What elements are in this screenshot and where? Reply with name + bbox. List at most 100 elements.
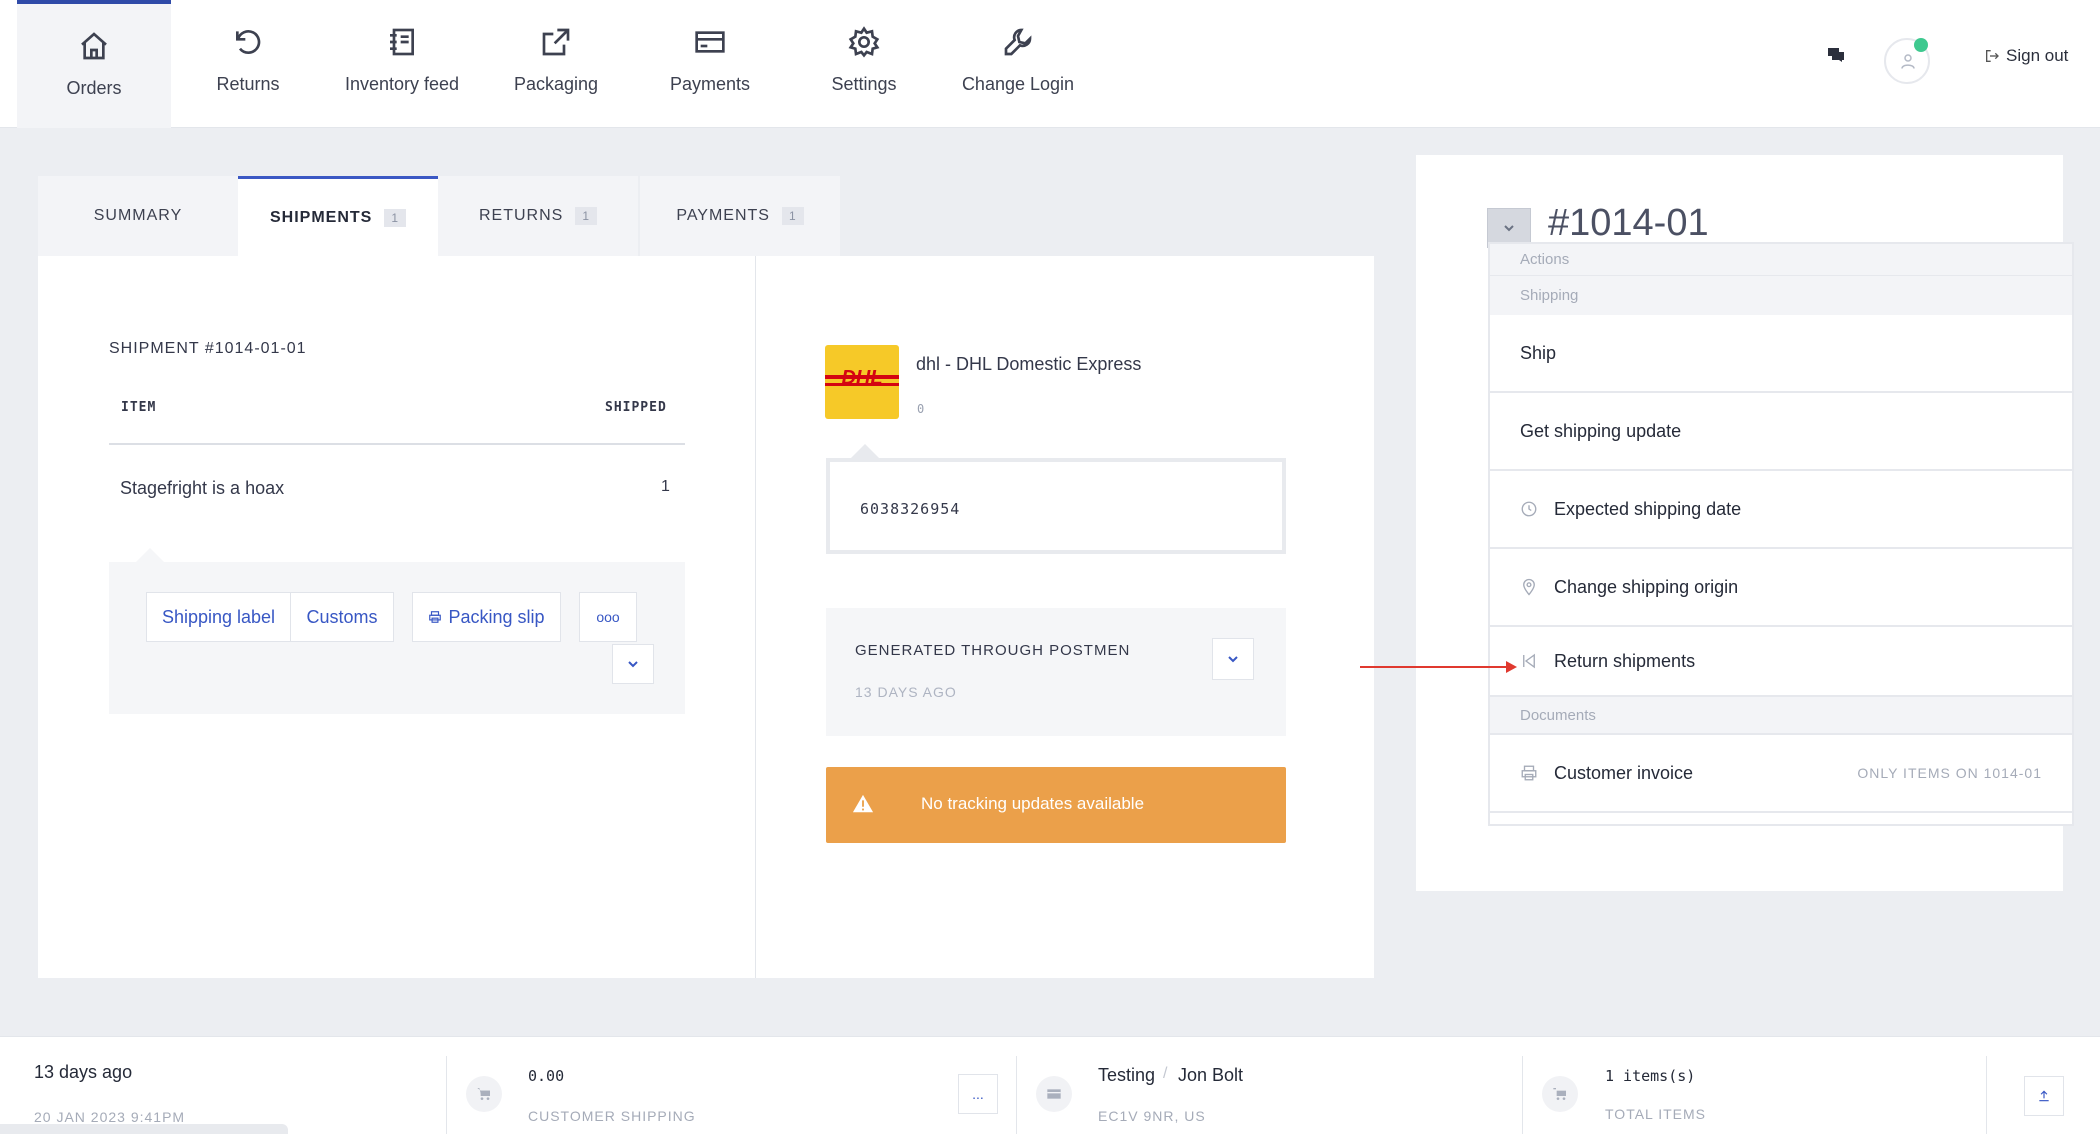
- tab-summary[interactable]: SUMMARY: [38, 176, 238, 256]
- printer-icon: [429, 611, 442, 623]
- menu-item-change-shipping-origin[interactable]: Change shipping origin: [1490, 549, 2072, 627]
- menu-item-label: Expected shipping date: [1554, 498, 1742, 519]
- nav-label: Settings: [831, 74, 897, 94]
- tracking-number: 6038326954: [860, 500, 961, 518]
- tab-label: PAYMENTS: [676, 207, 770, 224]
- more-options-button[interactable]: ooo: [579, 592, 637, 642]
- menu-item-expected-shipping-date[interactable]: Expected shipping date: [1490, 471, 2072, 549]
- section-label: Documents: [1520, 706, 1596, 724]
- skip-back-icon: [1523, 653, 1535, 669]
- menu-item-label: Ship: [1520, 342, 1557, 363]
- card-icon: [1036, 1076, 1072, 1112]
- card-divider: [755, 256, 756, 978]
- nav-label: Packaging: [513, 74, 599, 94]
- clock-icon: [1521, 501, 1537, 517]
- sign-out-button[interactable]: Sign out: [1984, 46, 2068, 66]
- column-header-shipped: SHIPPED: [605, 400, 667, 415]
- sign-out-icon: [1986, 50, 1999, 62]
- annotation-arrow-line: [1360, 666, 1508, 668]
- warning-icon: [852, 794, 874, 813]
- shipping-more-button[interactable]: ...: [958, 1074, 998, 1114]
- chevron-down-icon: [628, 661, 638, 668]
- customer-address: EC1V 9NR, US: [1098, 1108, 1206, 1124]
- generated-time: 13 DAYS AGO: [855, 684, 957, 700]
- button-label: Shipping label: [161, 606, 276, 627]
- tab-shipments[interactable]: SHIPMENTS 1: [238, 176, 438, 256]
- credit-card-icon: [633, 26, 787, 60]
- nav-packaging[interactable]: Packaging: [479, 0, 633, 128]
- section-actions: Actions: [1490, 244, 2072, 275]
- menu-item-get-shipping-update[interactable]: Get shipping update: [1490, 393, 2072, 471]
- order-date: 20 JAN 2023 9:41PM: [34, 1109, 186, 1125]
- customer-name[interactable]: Jon Bolt: [1178, 1065, 1243, 1086]
- gear-icon: [787, 26, 941, 60]
- nav-returns[interactable]: Returns: [171, 0, 325, 128]
- header-divider: [109, 443, 685, 445]
- external-link-icon: [479, 26, 633, 60]
- generated-expand-button[interactable]: [1212, 638, 1254, 680]
- avatar[interactable]: [1884, 38, 1930, 84]
- summary-divider: [1986, 1056, 1987, 1134]
- user-icon: [1901, 54, 1915, 69]
- tab-label: RETURNS: [478, 207, 564, 224]
- wrench-icon: [941, 26, 1095, 60]
- menu-item-label: Return shipments: [1554, 650, 1696, 671]
- section-documents: Documents: [1490, 697, 2072, 735]
- logo-text: DHL: [841, 367, 883, 389]
- nav-orders[interactable]: Orders: [17, 0, 171, 128]
- shipping-label-button[interactable]: Shipping label: [146, 592, 291, 642]
- summary-divider: [446, 1056, 447, 1134]
- nav-inventory-feed[interactable]: Inventory feed: [325, 0, 479, 128]
- nav-settings[interactable]: Settings: [787, 0, 941, 128]
- tracking-warning-banner: No tracking updates available: [826, 767, 1286, 843]
- expand-button[interactable]: [612, 644, 654, 684]
- customer-first: Testing: [1098, 1065, 1156, 1085]
- items-label: TOTAL ITEMS: [1605, 1106, 1706, 1122]
- summary-divider: [1522, 1056, 1523, 1134]
- menu-item-return-shipments[interactable]: Return shipments: [1490, 627, 2072, 697]
- dhl-logo: DHL: [825, 345, 899, 419]
- tab-count-badge: 1: [384, 208, 407, 227]
- tracking-pointer: [851, 444, 879, 458]
- generated-title: GENERATED THROUGH POSTMEN: [855, 642, 1131, 659]
- menu-item-ship[interactable]: Ship: [1490, 315, 2072, 393]
- location-pin-icon: [1523, 578, 1535, 596]
- item-shipped-qty: 1: [661, 478, 670, 495]
- menu-item-label: Change shipping origin: [1554, 576, 1739, 597]
- shipping-label: CUSTOMER SHIPPING: [528, 1108, 696, 1124]
- column-header-item: ITEM: [121, 400, 157, 415]
- button-label: Packing slip: [448, 606, 545, 627]
- menu-item-customer-invoice[interactable]: Customer invoice ONLY ITEMS ON 1014-01: [1490, 735, 2072, 813]
- annotation-arrow-head: [1506, 661, 1517, 673]
- tab-count-badge: 1: [575, 207, 598, 225]
- chat-icon[interactable]: [1828, 48, 1844, 62]
- export-button[interactable]: [2024, 1076, 2064, 1116]
- customs-button[interactable]: Customs: [290, 592, 394, 642]
- upload-icon: [2039, 1090, 2049, 1102]
- menu-item-note: ONLY ITEMS ON 1014-01: [1857, 765, 2042, 781]
- tab-payments[interactable]: PAYMENTS 1: [640, 176, 840, 256]
- nav-change-login[interactable]: Change Login: [941, 0, 1095, 128]
- menu-item-label: Get shipping update: [1520, 420, 1682, 441]
- button-label: ...: [972, 1086, 984, 1102]
- order-actions-dropdown: Actions Shipping Ship Get shipping updat…: [1488, 242, 2074, 826]
- nav-label: Inventory feed: [344, 74, 460, 94]
- carrier-sub: 0: [917, 402, 925, 416]
- tab-returns[interactable]: RETURNS 1: [438, 176, 638, 256]
- menu-item-label: Customer invoice: [1554, 762, 1694, 783]
- order-age: 13 days ago: [34, 1062, 133, 1082]
- items-count: 1 items(s): [1605, 1067, 1696, 1085]
- customer-separator: /: [1163, 1065, 1168, 1082]
- shopping-cart-icon: [1542, 1076, 1578, 1112]
- tab-label: SHIPMENTS: [269, 208, 373, 226]
- scroll-indicator: [0, 1124, 288, 1134]
- nav-payments[interactable]: Payments: [633, 0, 787, 128]
- top-navigation: Orders Returns Inventory feed Packaging …: [0, 0, 2100, 128]
- nav-label: Orders: [66, 78, 122, 98]
- packing-slip-button[interactable]: Packing slip: [412, 592, 561, 642]
- panel-pointer: [136, 548, 164, 562]
- summary-divider: [1016, 1056, 1017, 1134]
- printer-icon: [1521, 765, 1537, 781]
- tab-label: SUMMARY: [93, 207, 183, 224]
- tracking-number-box[interactable]: 6038326954: [826, 458, 1286, 554]
